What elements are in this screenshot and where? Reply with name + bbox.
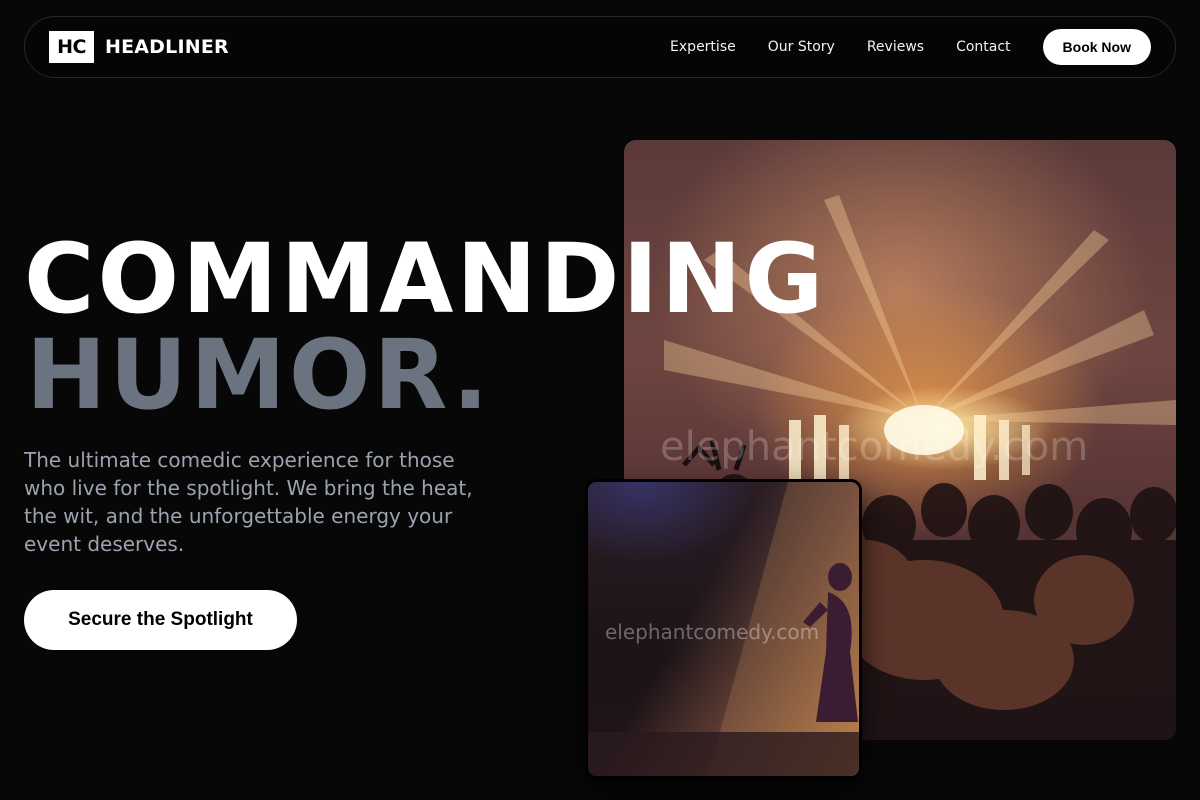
hero-description: The ultimate comedic experience for thos…	[24, 448, 473, 556]
book-now-button[interactable]: Book Now	[1042, 29, 1151, 65]
secure-spotlight-button[interactable]: Secure the Spotlight	[24, 590, 297, 650]
nav-link-reviews[interactable]: Reviews	[867, 39, 924, 55]
brand[interactable]: HC HEADLINER	[49, 31, 229, 63]
nav-links: Expertise Our Story Reviews Contact Book…	[670, 29, 1151, 65]
nav-link-our-story[interactable]: Our Story	[768, 39, 835, 55]
brand-name: HEADLINER	[105, 36, 229, 58]
watermark-main: elephantcomedy.com	[660, 424, 1089, 470]
hero-headline-line1: COMMANDING	[24, 223, 827, 335]
hero-headline-line2: HUMOR.	[26, 319, 492, 431]
nav-link-contact[interactable]: Contact	[956, 39, 1010, 55]
nav-link-expertise[interactable]: Expertise	[670, 39, 736, 55]
watermark-small: elephantcomedy.com	[605, 620, 820, 644]
top-navbar: HC HEADLINER Expertise Our Story Reviews…	[24, 16, 1176, 78]
logo: HC	[49, 31, 94, 63]
performer-spotlight-image: elephantcomedy.com	[588, 482, 859, 776]
